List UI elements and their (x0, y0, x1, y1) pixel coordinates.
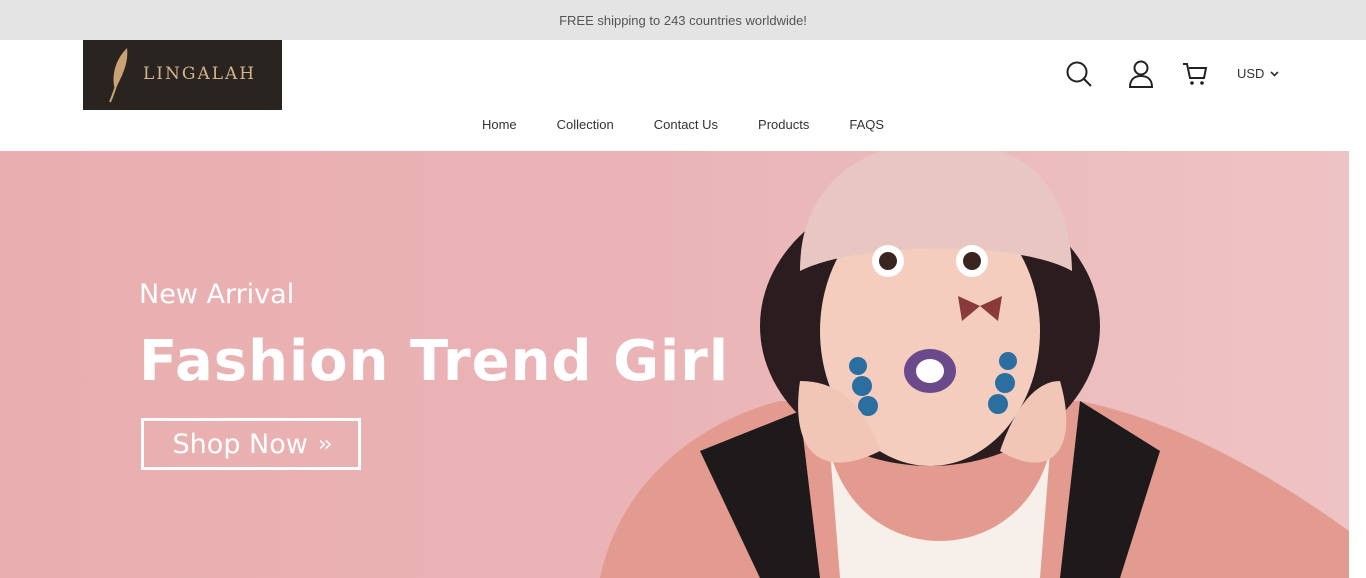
double-chevron-right-icon: ›› (317, 431, 333, 457)
cart-icon[interactable] (1180, 58, 1210, 90)
nav-home[interactable]: Home (482, 117, 517, 132)
header-actions: USD (1064, 58, 1294, 94)
announcement-text: FREE shipping to 243 countries worldwide… (559, 12, 807, 28)
currency-value: USD (1237, 66, 1265, 81)
currency-selector[interactable]: USD (1237, 66, 1280, 81)
nav-collection[interactable]: Collection (557, 117, 614, 132)
user-icon[interactable] (1126, 58, 1156, 90)
search-icon[interactable] (1064, 58, 1094, 90)
hero-title: Fashion Trend Girl (139, 329, 730, 394)
feather-icon (109, 48, 128, 103)
announcement-bar: FREE shipping to 243 countries worldwide… (0, 0, 1366, 40)
hero-banner: New Arrival Fashion Trend Girl Shop Now … (0, 151, 1349, 578)
hero-subtitle: New Arrival (139, 279, 295, 310)
logo-link[interactable]: LINGALAH (83, 40, 282, 110)
shop-now-button[interactable]: Shop Now ›› (141, 418, 361, 470)
shop-now-label: Shop Now (172, 428, 308, 460)
site-header: LINGALAH USD Home Collection Contact Us … (0, 40, 1366, 151)
chevron-down-icon (1270, 70, 1280, 77)
logo-text: LINGALAH (143, 64, 257, 84)
main-nav: Home Collection Contact Us Products FAQS (0, 117, 1366, 132)
nav-products[interactable]: Products (758, 117, 809, 132)
nav-faqs[interactable]: FAQS (849, 117, 884, 132)
nav-contact-us[interactable]: Contact Us (654, 117, 718, 132)
